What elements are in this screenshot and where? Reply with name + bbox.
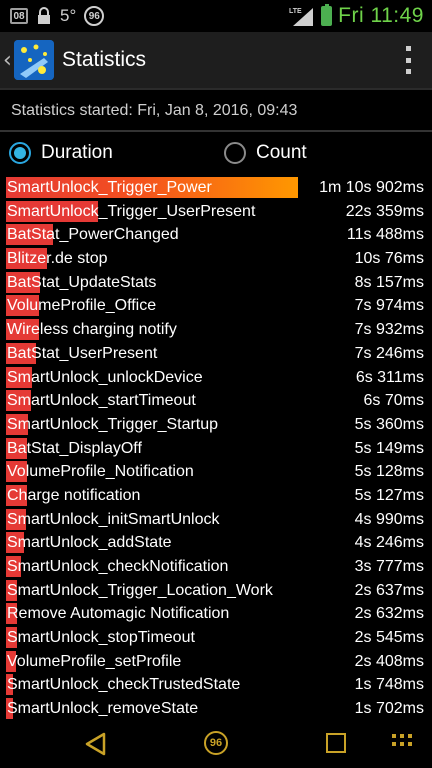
stat-name: SmartUnlock_stopTimeout xyxy=(7,629,195,647)
clock-text: Fri 11:49 xyxy=(338,4,424,27)
stat-value: 8s 157ms xyxy=(354,273,424,291)
stat-row[interactable]: SmartUnlock_Trigger_Startup 5s 360ms xyxy=(0,413,432,437)
stat-row[interactable]: SmartUnlock_checkTrustedState 1s 748ms xyxy=(0,673,432,697)
calendar-icon: 08 xyxy=(10,8,28,24)
stat-value: 7s 932ms xyxy=(354,321,424,339)
back-triangle-icon[interactable] xyxy=(84,732,106,760)
radio-count-label: Count xyxy=(256,142,307,163)
stat-name: Wireless charging notify xyxy=(7,321,177,339)
status-bar: 08 5° 96 LTE Fri 11:49 xyxy=(0,0,432,32)
grid-menu-icon[interactable] xyxy=(392,734,412,754)
stat-name: BatStat_DisplayOff xyxy=(7,439,142,457)
stat-row[interactable]: SmartUnlock_Trigger_Location_Work 2s 637m… xyxy=(0,579,432,603)
action-bar: ‹ Statistics xyxy=(0,32,432,88)
stat-row[interactable]: Charge notification 5s 127ms xyxy=(0,484,432,508)
stat-name: SmartUnlock_Trigger_Power xyxy=(7,179,212,196)
stat-value: 4s 990ms xyxy=(354,510,424,528)
page-title: Statistics xyxy=(62,48,147,71)
stat-row[interactable]: SmartUnlock_startTimeout 6s 70ms xyxy=(0,389,432,413)
stat-row[interactable]: BatStat_UserPresent 7s 246ms xyxy=(0,342,432,366)
stat-name: SmartUnlock_unlockDevice xyxy=(7,368,203,386)
stat-row[interactable]: SmartUnlock_checkNotification 3s 777ms xyxy=(0,555,432,579)
stat-value: 2s 637ms xyxy=(354,581,424,599)
action-bar-divider xyxy=(0,88,432,90)
stat-value: 1s 702ms xyxy=(354,700,424,718)
overflow-menu-icon[interactable] xyxy=(406,46,412,74)
stat-row[interactable]: BatStat_PowerChanged 11s 488ms xyxy=(0,223,432,247)
stat-value: 3s 777ms xyxy=(354,558,424,575)
stat-value: 7s 974ms xyxy=(354,297,424,315)
stat-row[interactable]: Wireless charging notify 7s 932ms xyxy=(0,318,432,342)
stat-value: 4s 246ms xyxy=(354,534,424,552)
stat-name: BatStat_UserPresent xyxy=(7,344,158,362)
stat-row[interactable]: BatStat_UpdateStats 8s 157ms xyxy=(0,271,432,295)
temperature-text: 5° xyxy=(60,6,77,25)
network-type-text: LTE xyxy=(289,8,302,15)
recent-apps-icon[interactable] xyxy=(326,733,346,753)
stat-value: 5s 127ms xyxy=(354,486,424,504)
stat-value: 7s 246ms xyxy=(354,344,424,362)
radio-count-indicator[interactable] xyxy=(224,142,246,164)
stat-name: VolumeProfile_setProfile xyxy=(7,652,182,670)
stat-row[interactable]: VolumeProfile_setProfile 2s 408ms xyxy=(0,650,432,674)
stat-name: VolumeProfile_Office xyxy=(7,297,157,315)
stat-value: 11s 488ms xyxy=(346,226,424,244)
navigation-bar: 96 xyxy=(0,720,432,768)
stat-row[interactable]: BatStat_DisplayOff 5s 149ms xyxy=(0,437,432,461)
stat-name: VolumeProfile_Notification xyxy=(7,463,194,481)
stat-value: 2s 632ms xyxy=(354,605,424,623)
stat-name: SmartUnlock_startTimeout xyxy=(7,392,196,410)
header-divider xyxy=(0,130,432,132)
stat-name: SmartUnlock_checkTrustedState xyxy=(7,676,241,694)
stat-row[interactable]: SmartUnlock_initSmartUnlock 4s 990ms xyxy=(0,508,432,532)
stat-value: 6s 70ms xyxy=(363,392,424,410)
stat-value: 5s 360ms xyxy=(354,415,424,433)
stat-value: 5s 128ms xyxy=(354,463,424,481)
stat-name: SmartUnlock_removeState xyxy=(7,700,199,718)
stat-name: BatStat_PowerChanged xyxy=(7,226,179,244)
stat-name: Remove Automagic Notification xyxy=(7,605,230,623)
radio-count[interactable]: Count xyxy=(224,142,307,164)
stat-name: Charge notification xyxy=(7,486,141,504)
signal-icon: LTE xyxy=(289,6,315,26)
notification-badge-icon: 96 xyxy=(84,6,105,26)
stat-name: SmartUnlock_Trigger_UserPresent xyxy=(7,202,256,220)
radio-duration-indicator[interactable] xyxy=(9,142,31,164)
stat-value: 22s 359ms xyxy=(345,202,424,220)
stat-name: SmartUnlock_checkNotification xyxy=(7,558,229,575)
stat-name: SmartUnlock_addState xyxy=(7,534,172,552)
stat-row[interactable]: SmartUnlock_stopTimeout 2s 545ms xyxy=(0,626,432,650)
stat-value: 10s 76ms xyxy=(354,250,424,268)
stat-name: BatStat_UpdateStats xyxy=(7,273,157,291)
lock-icon xyxy=(36,7,52,25)
stat-name: SmartUnlock_Trigger_Startup xyxy=(7,415,219,433)
stat-name: SmartUnlock_Trigger_Location_Work xyxy=(7,581,273,599)
stat-row[interactable]: SmartUnlock_Trigger_UserPresent 22s 359ms xyxy=(0,200,432,224)
stat-value: 6s 311ms xyxy=(355,368,424,386)
home-button[interactable]: 96 xyxy=(204,731,228,755)
stat-row[interactable]: Remove Automagic Notification 2s 632ms xyxy=(0,602,432,626)
stat-value: 2s 408ms xyxy=(354,652,424,670)
battery-icon xyxy=(321,4,333,26)
stat-row[interactable]: SmartUnlock_Trigger_Power 1m 10s 902ms xyxy=(0,176,432,200)
stat-row[interactable]: VolumeProfile_Notification 5s 128ms xyxy=(0,460,432,484)
radio-duration[interactable]: Duration xyxy=(9,142,113,164)
statistics-list: SmartUnlock_Trigger_Power 1m 10s 902ms Sma… xyxy=(0,176,432,721)
stat-value: 1m 10s 902ms xyxy=(319,179,424,196)
stat-row[interactable]: Blitzer.de stop 10s 76ms xyxy=(0,247,432,271)
stat-row[interactable]: SmartUnlock_unlockDevice 6s 311ms xyxy=(0,366,432,390)
stat-row[interactable]: VolumeProfile_Office 7s 974ms xyxy=(0,294,432,318)
radio-duration-label: Duration xyxy=(41,142,113,163)
stat-name: SmartUnlock_initSmartUnlock xyxy=(7,510,220,528)
stat-value: 5s 149ms xyxy=(354,439,424,457)
app-logo-icon[interactable] xyxy=(14,40,54,80)
statistics-started-text: Statistics started: Fri, Jan 8, 2016, 09… xyxy=(11,102,298,119)
stat-value: 2s 545ms xyxy=(354,629,424,647)
stat-name: Blitzer.de stop xyxy=(7,250,108,268)
stat-value: 1s 748ms xyxy=(354,676,424,694)
stat-row[interactable]: SmartUnlock_removeState 1s 702ms xyxy=(0,697,432,721)
chevron-left-icon[interactable]: ‹ xyxy=(3,48,13,73)
stat-row[interactable]: SmartUnlock_addState 4s 246ms xyxy=(0,531,432,555)
